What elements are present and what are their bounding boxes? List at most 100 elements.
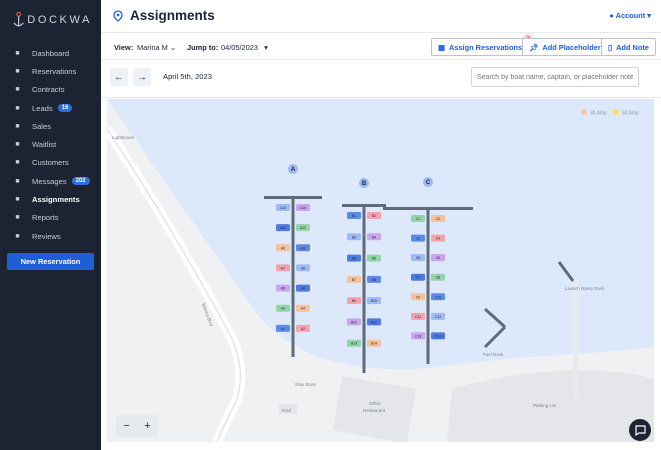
sidebar-item-label: Reservations <box>32 66 77 76</box>
slip[interactable]: C8 <box>431 273 445 281</box>
slip[interactable]: C13 <box>411 332 425 340</box>
slip[interactable]: B1 <box>347 212 361 219</box>
slip-label: B1 <box>352 214 356 218</box>
slip[interactable]: A4 <box>296 304 310 312</box>
slip[interactable]: A6 <box>296 284 310 292</box>
add-placeholder-button[interactable]: 📌︎ Add Placeholder <box>522 38 608 56</box>
slip[interactable]: B9 <box>347 297 361 305</box>
slip-label: C6 <box>436 256 440 260</box>
sidebar-item-label: Reports <box>32 213 59 223</box>
view-select[interactable]: Marina M ⌄ <box>137 43 176 52</box>
launch-ramp-label: Launch Ramp Dock <box>565 286 605 291</box>
jump-label: Jump to: <box>187 43 219 52</box>
slip-label: B5 <box>352 257 356 261</box>
location-pin-icon <box>113 10 123 22</box>
sidebar-item-reports[interactable]: ■ Reports <box>0 209 101 227</box>
sidebar-item-messages[interactable]: ■ Messages 202 <box>0 172 101 190</box>
slip[interactable]: B12 <box>367 318 381 326</box>
slip-label: B3 <box>352 235 356 239</box>
slip[interactable]: A3 <box>276 304 290 312</box>
slip[interactable]: C1 <box>411 215 425 222</box>
slip[interactable]: A7 <box>276 264 290 272</box>
slip-label: C7 <box>416 276 420 280</box>
sidebar-item-dashboard[interactable]: ■ Dashboard <box>0 44 101 62</box>
slip[interactable]: B7 <box>347 275 361 283</box>
sidebar-item-reservations[interactable]: ■ Reservations <box>0 62 101 80</box>
slip[interactable]: B4 <box>367 233 381 241</box>
chat-button[interactable] <box>629 419 651 441</box>
dockwa-logo[interactable]: DOCKWA <box>12 10 92 30</box>
slip[interactable]: B10 <box>367 297 381 305</box>
search-input[interactable] <box>471 67 639 87</box>
assign-reservations-button[interactable]: ▦ Assign Reservations 3 <box>431 34 534 56</box>
slip[interactable]: C6 <box>431 254 445 262</box>
prev-day-button[interactable]: ← <box>110 68 128 86</box>
slip[interactable]: A10 <box>296 244 310 252</box>
sidebar-item-label: Messages <box>32 176 67 186</box>
slip[interactable]: A14 <box>276 204 290 211</box>
chevron-down-icon: ▾ <box>647 11 651 20</box>
add-note-button[interactable]: ▯ Add Note <box>601 38 656 56</box>
slip[interactable]: A9 <box>276 244 290 252</box>
slip[interactable]: B6 <box>367 254 381 262</box>
slip-label: B14 <box>371 342 377 346</box>
slip[interactable]: A11 <box>276 224 290 232</box>
marina-map[interactable]: A A14 A16 A11 A13 A9 A10 A7 A8 A5 A6 A3 A4 A1 A2 B B1 B2 B… <box>107 99 654 442</box>
slip[interactable]: C10 <box>431 293 445 301</box>
slip[interactable]: C4 <box>431 234 445 242</box>
slip[interactable]: B14 <box>367 339 381 347</box>
zoom-in-button[interactable]: + <box>144 420 150 432</box>
slip[interactable]: B5 <box>347 254 361 262</box>
zoom-out-button[interactable]: − <box>123 420 129 432</box>
slip[interactable]: A16 <box>296 204 310 211</box>
sidebar-item-label: Leads <box>32 103 53 113</box>
sidebar-item-assignments[interactable]: ■ Assignments <box>0 190 101 208</box>
sidebar-item-reviews[interactable]: ■ Reviews <box>0 227 101 245</box>
sidebar-item-leads[interactable]: ■ Leads 16 <box>0 99 101 117</box>
slip[interactable]: C5 <box>411 254 425 262</box>
slip-label: B6 <box>372 257 376 261</box>
slip-label: C13 <box>415 334 421 338</box>
slip[interactable]: A8 <box>296 264 310 272</box>
slip[interactable]: C12 <box>431 312 445 320</box>
zoom-controls: − + <box>116 415 158 437</box>
slip[interactable]: B8 <box>367 275 381 283</box>
ship-store-label: Ship Store <box>295 382 317 387</box>
slip[interactable]: C3 <box>411 234 425 242</box>
slip-label: A6 <box>301 287 305 291</box>
slip[interactable]: A1 <box>276 324 290 332</box>
sidebar-item-label: Sales <box>32 121 51 131</box>
next-day-button[interactable]: → <box>133 68 151 86</box>
restaurant-label: Restaurant <box>363 408 386 413</box>
cart-icon: ■ <box>15 122 20 130</box>
slip[interactable]: C11 <box>411 312 425 320</box>
slip[interactable]: A13 <box>296 224 310 232</box>
slip[interactable]: B3 <box>347 233 361 241</box>
account-menu[interactable]: ● Account ▾ <box>609 11 651 20</box>
pushpin-icon: 📌︎ <box>529 42 539 52</box>
user-icon: ● <box>609 11 614 20</box>
dock-spine <box>291 196 295 357</box>
slip[interactable]: C9 <box>411 293 425 301</box>
sidebar-item-waitlist[interactable]: ■ Waitlist <box>0 135 101 153</box>
new-reservation-button[interactable]: New Reservation <box>7 253 94 270</box>
sidebar-item-customers[interactable]: ■ Customers <box>0 154 101 172</box>
sidebar-item-label: Dashboard <box>32 48 70 58</box>
slip[interactable]: C2 <box>431 215 445 222</box>
slip[interactable]: A2 <box>296 324 310 332</box>
slip[interactable]: A5 <box>276 284 290 292</box>
slip[interactable]: B2 <box>367 212 381 219</box>
sidebar-item-contracts[interactable]: ■ Contracts <box>0 81 101 99</box>
slip-label: B2 <box>372 214 376 218</box>
lighthouse-label: Lighthouse <box>112 135 135 140</box>
slip-label: A7 <box>281 266 285 270</box>
slip[interactable]: C14 <box>431 332 445 340</box>
jump-date-select[interactable]: 04/05/2023 ▾ <box>221 43 268 52</box>
slip[interactable]: C7 <box>411 273 425 281</box>
slip-label: B9 <box>352 299 356 303</box>
amp30-legend-label: 30 Amp <box>590 111 607 117</box>
slip[interactable]: B13 <box>347 339 361 347</box>
sidebar-item-sales[interactable]: ■ Sales <box>0 117 101 135</box>
slip-label: A4 <box>301 307 305 311</box>
slip[interactable]: B11 <box>347 318 361 326</box>
